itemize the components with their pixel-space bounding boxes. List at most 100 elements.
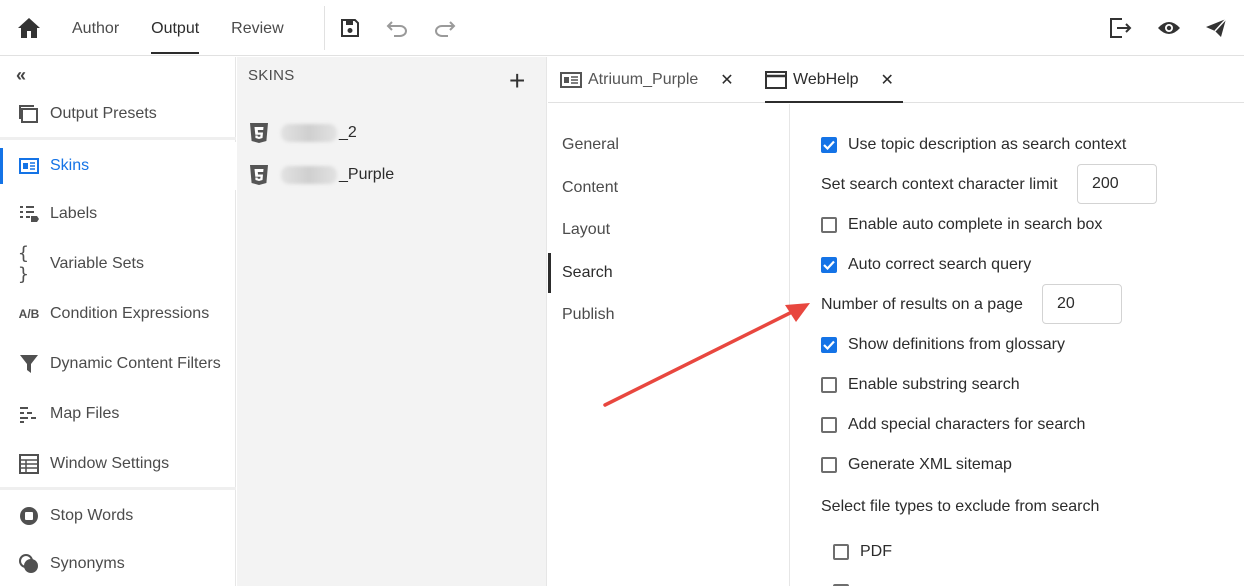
setting-auto-correct[interactable]: Auto correct search query <box>821 250 1031 280</box>
sidebar-item-map-files[interactable]: Map Files <box>0 390 236 438</box>
setting-label: Enable substring search <box>848 376 1020 393</box>
setting-label: Set search context character limit <box>821 176 1058 193</box>
sidebar-divider <box>0 137 236 140</box>
doc-tab-atriuum-purple[interactable]: Atriuum_Purple ✕ <box>560 57 734 103</box>
skins-icon <box>18 155 40 177</box>
tab-output[interactable]: Output <box>135 0 215 56</box>
sidebar-item-variable-sets[interactable]: { } Variable Sets <box>0 240 236 288</box>
toolbar-divider <box>324 6 325 50</box>
sidebar-item-stop-words[interactable]: Stop Words <box>0 492 236 540</box>
setting-label: PDF <box>860 543 892 560</box>
add-skin-button[interactable]: + <box>509 67 525 95</box>
setting-substring-search[interactable]: Enable substring search <box>821 370 1020 400</box>
doc-tab-webhelp[interactable]: WebHelp ✕ <box>765 57 903 103</box>
sidebar-item-label: Dynamic Content Filters <box>50 355 221 372</box>
close-icon[interactable]: ✕ <box>881 70 894 90</box>
context-limit-input[interactable]: 200 <box>1077 164 1157 204</box>
ab-icon: A/B <box>18 307 40 321</box>
sidebar-item-skins[interactable]: Skins <box>0 142 236 190</box>
settings-nav-layout[interactable]: Layout <box>548 210 790 250</box>
setting-special-characters[interactable]: Add special characters for search <box>821 410 1085 440</box>
skin-file-icon <box>560 72 582 88</box>
sidebar-item-label: Window Settings <box>50 455 170 472</box>
map-files-icon <box>18 403 40 425</box>
setting-label: Number of results on a page <box>821 296 1023 313</box>
skin-list-item[interactable]: _2 <box>249 119 357 147</box>
search-settings: Use topic description as search context … <box>791 104 1244 586</box>
top-nav: Author Output Review <box>56 0 300 56</box>
sidebar-divider <box>0 487 236 490</box>
setting-label: Show definitions from glossary <box>848 336 1065 353</box>
setting-use-topic-description[interactable]: Use topic description as search context <box>821 130 1126 160</box>
skin-name-suffix: _2 <box>339 124 357 141</box>
stop-icon <box>18 505 40 527</box>
output-presets-icon <box>18 103 40 125</box>
labels-icon <box>18 203 40 225</box>
sidebar-item-label: Condition Expressions <box>50 305 210 322</box>
checkbox-unchecked[interactable] <box>821 377 837 393</box>
redo-icon[interactable] <box>432 16 456 40</box>
save-icon[interactable] <box>338 16 362 40</box>
skin-name-suffix: _Purple <box>339 166 395 183</box>
file-type-next-partial[interactable] <box>833 580 860 586</box>
setting-auto-complete[interactable]: Enable auto complete in search box <box>821 210 1102 240</box>
tab-author[interactable]: Author <box>56 0 135 56</box>
checkbox-unchecked[interactable] <box>833 544 849 560</box>
sidebar-item-label: Output Presets <box>50 105 157 122</box>
publish-send-icon[interactable] <box>1204 16 1228 40</box>
collapse-sidebar-icon[interactable]: « <box>16 65 26 86</box>
close-icon[interactable]: ✕ <box>720 70 733 90</box>
sidebar-item-window-settings[interactable]: Window Settings <box>0 440 236 488</box>
settings-nav-publish[interactable]: Publish <box>548 295 790 335</box>
checkbox-checked[interactable] <box>821 337 837 353</box>
sidebar-item-label: Map Files <box>50 405 120 422</box>
exclude-file-types-label: Select file types to exclude from search <box>821 492 1099 522</box>
sidebar-item-labels[interactable]: Labels <box>0 190 236 238</box>
sidebar-item-label: Skins <box>50 157 90 174</box>
redacted-name <box>281 166 337 184</box>
setting-context-limit-label: Set search context character limit <box>821 170 1058 200</box>
setting-label: Auto correct search query <box>848 256 1032 273</box>
setting-xml-sitemap[interactable]: Generate XML sitemap <box>821 450 1012 480</box>
synonyms-icon <box>18 553 40 575</box>
sidebar-item-synonyms[interactable]: Synonyms <box>0 540 236 586</box>
setting-label: Select file types to exclude from search <box>821 498 1100 515</box>
skins-header: SKINS <box>248 67 295 84</box>
results-per-page-input[interactable]: 20 <box>1042 284 1122 324</box>
sidebar-item-label: Labels <box>50 205 98 222</box>
sidebar-item-dynamic-content-filters[interactable]: Dynamic Content Filters <box>0 340 236 388</box>
file-type-pdf[interactable]: PDF <box>833 537 892 567</box>
setting-label: Enable auto complete in search box <box>848 216 1103 233</box>
settings-nav-content[interactable]: Content <box>548 168 790 208</box>
sidebar-item-condition-expressions[interactable]: A/B Condition Expressions <box>0 290 236 338</box>
skins-panel: SKINS + _2 _Purple <box>237 57 547 586</box>
html5-icon <box>250 165 268 185</box>
top-bar: Author Output Review <box>0 0 1244 56</box>
redacted-name <box>281 124 337 142</box>
window-icon <box>765 71 787 89</box>
setting-show-definitions[interactable]: Show definitions from glossary <box>821 330 1065 360</box>
sidebar-item-label: Stop Words <box>50 507 134 524</box>
checkbox-unchecked[interactable] <box>821 217 837 233</box>
export-icon[interactable] <box>1108 16 1132 40</box>
html5-icon <box>250 123 268 143</box>
settings-nav-search[interactable]: Search <box>548 253 790 293</box>
checkbox-checked[interactable] <box>821 257 837 273</box>
checkbox-unchecked[interactable] <box>821 457 837 473</box>
setting-label: Generate XML sitemap <box>848 456 1012 473</box>
filter-icon <box>18 353 40 375</box>
preview-eye-icon[interactable] <box>1157 16 1181 40</box>
skin-list-item[interactable]: _Purple <box>249 161 394 189</box>
setting-results-per-page-label: Number of results on a page <box>821 290 1023 320</box>
settings-nav-general[interactable]: General <box>548 125 790 165</box>
doc-tab-label: Atriuum_Purple <box>588 71 699 88</box>
home-icon[interactable] <box>16 16 42 40</box>
tab-review[interactable]: Review <box>215 0 299 56</box>
undo-icon[interactable] <box>386 16 410 40</box>
checkbox-unchecked[interactable] <box>821 417 837 433</box>
checkbox-checked[interactable] <box>821 137 837 153</box>
settings-nav: General Content Layout Search Publish <box>548 104 790 586</box>
document-tabs: Atriuum_Purple ✕ WebHelp ✕ <box>548 57 1244 103</box>
sidebar-item-output-presets[interactable]: Output Presets <box>0 90 236 138</box>
sidebar-item-label: Variable Sets <box>50 255 144 272</box>
